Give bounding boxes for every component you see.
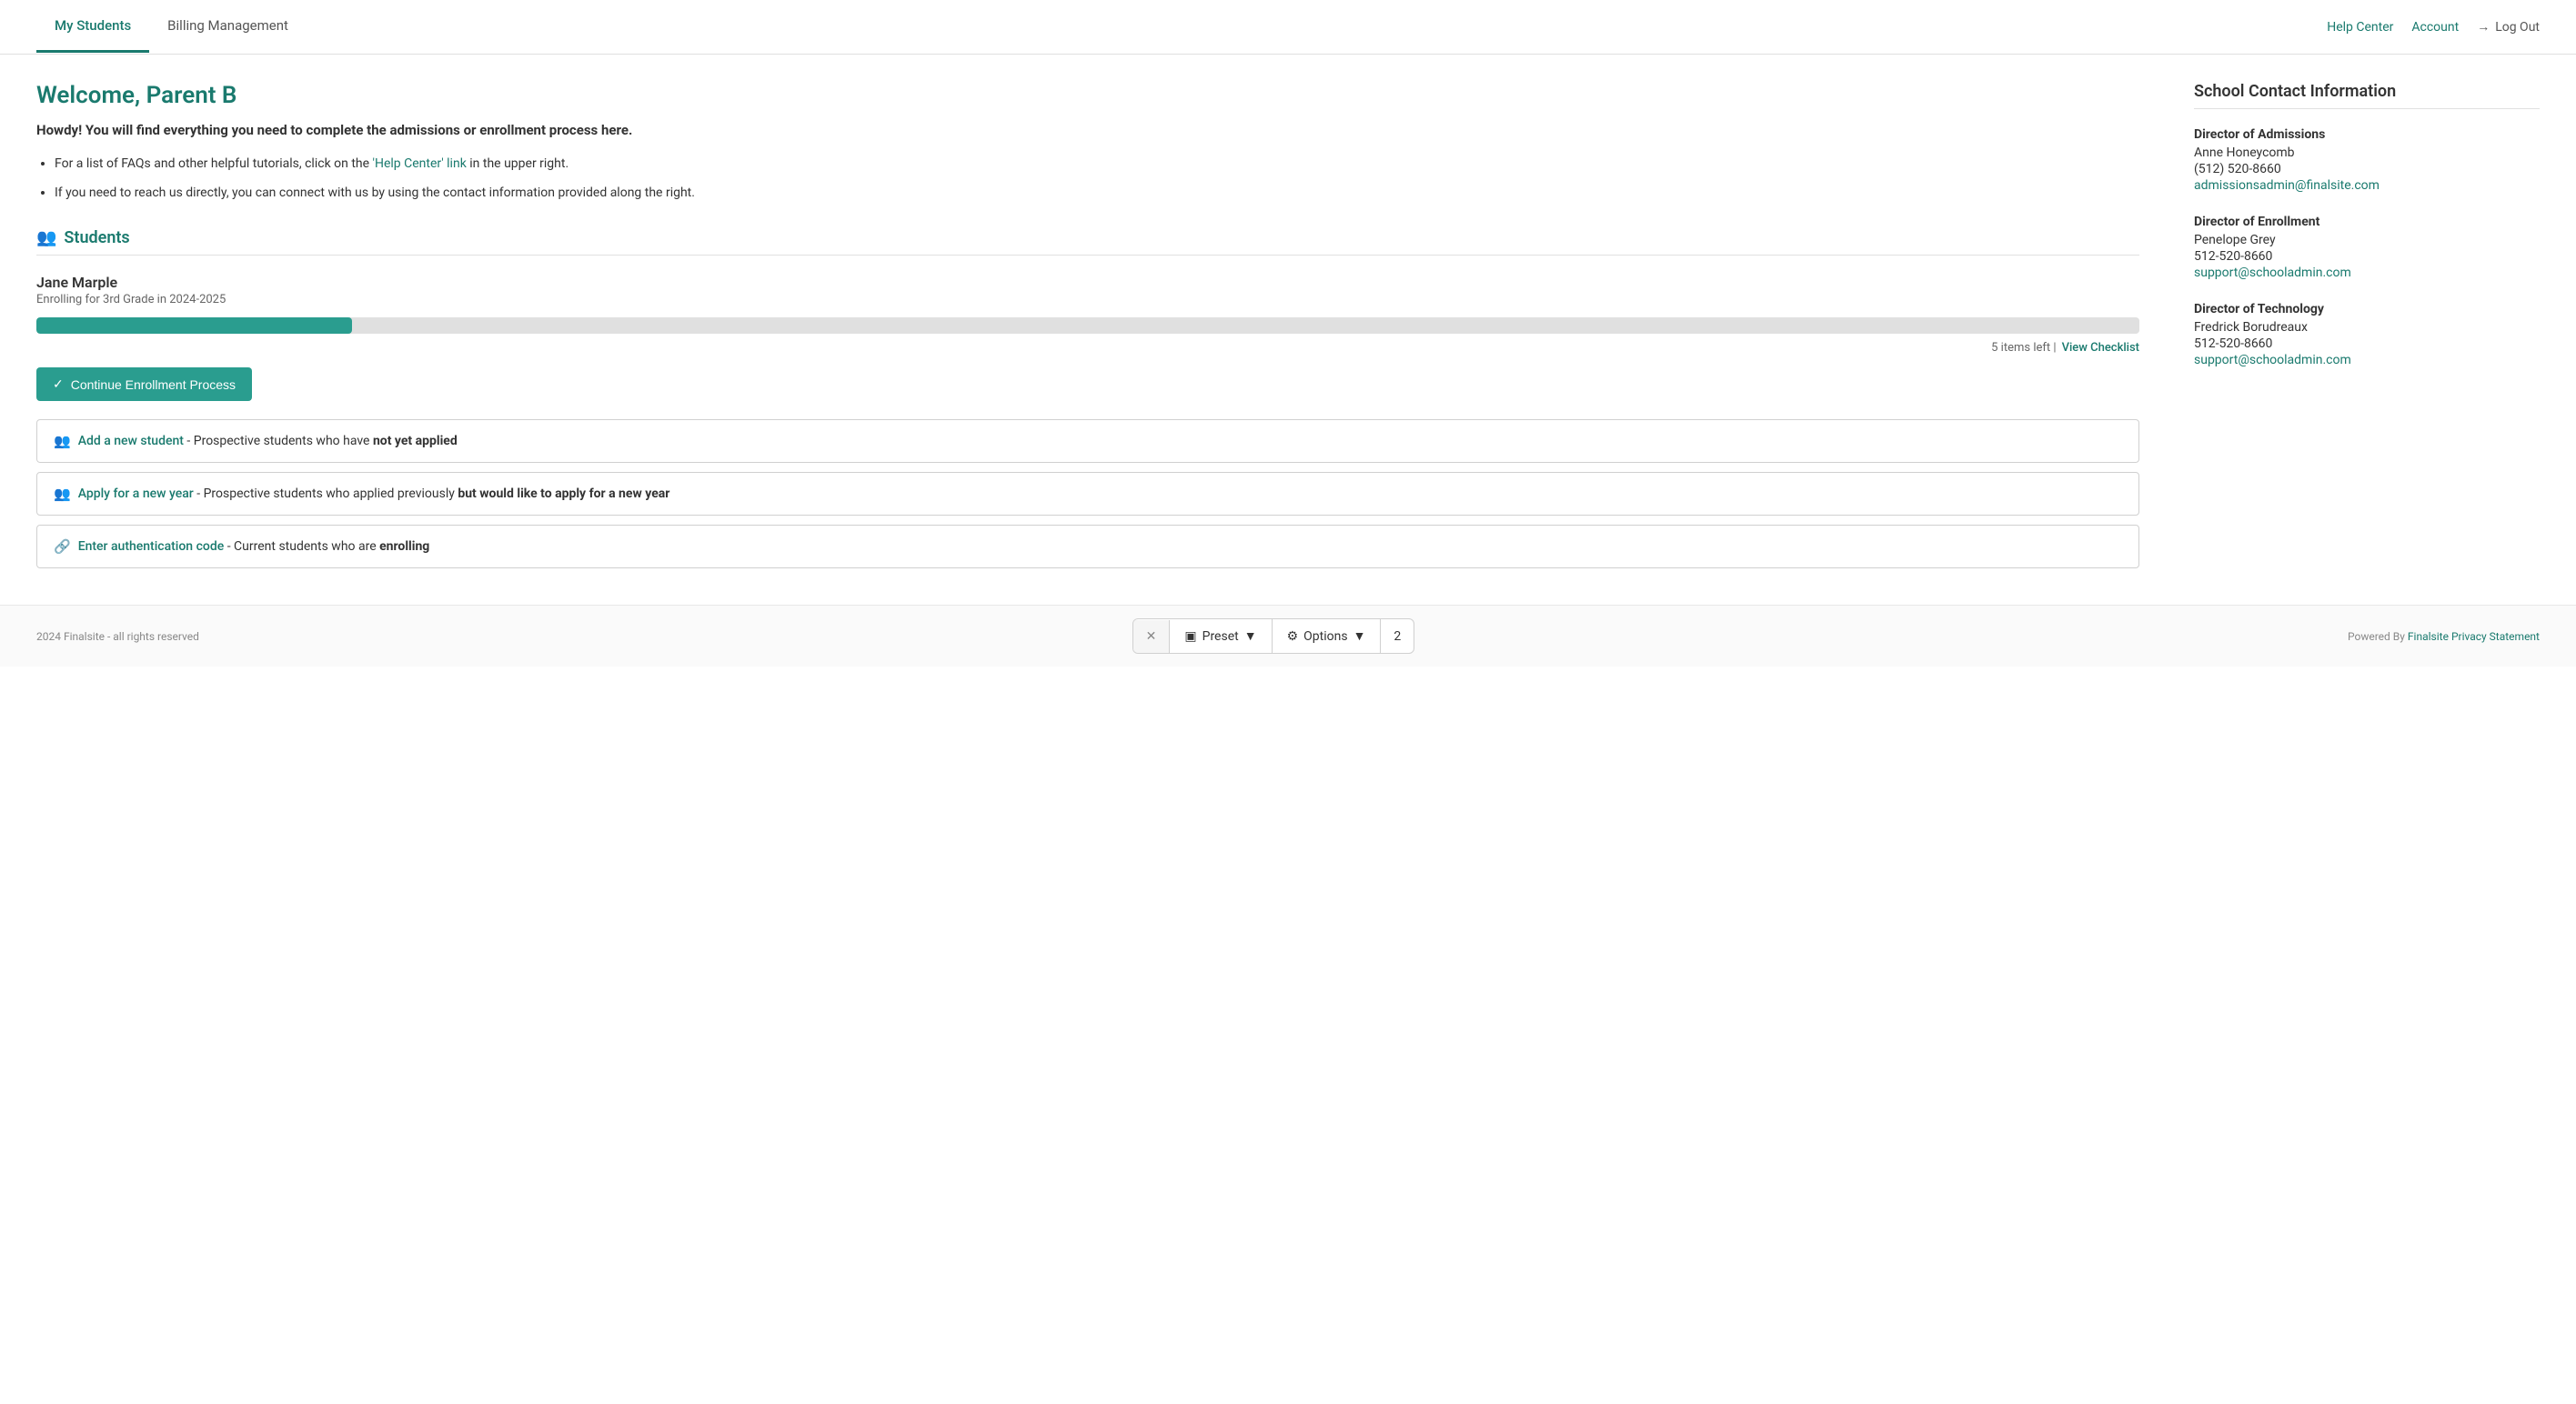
header: My Students Billing Management Help Cent… (0, 0, 2576, 55)
footer-preset-button[interactable]: ▣ Preset ▼ (1170, 619, 1272, 653)
footer-options-button[interactable]: ⚙ Options ▼ (1273, 619, 1382, 653)
finalsite-link[interactable]: Finalsite (2408, 630, 2449, 643)
main-content: Welcome, Parent B Howdy! You will find e… (0, 55, 2576, 605)
apply-icon: 👥 (54, 486, 71, 502)
contact-name-1: Anne Honeycomb (2194, 145, 2540, 160)
view-checklist-link[interactable]: View Checklist (2062, 341, 2139, 355)
auth-text: - Current students who are (227, 539, 379, 554)
checklist-row: 5 items left | View Checklist (36, 341, 2139, 355)
add-student-bold: not yet applied (373, 434, 458, 448)
auth-content: Enter authentication code - Current stud… (78, 539, 430, 554)
contact-admissions: Director of Admissions Anne Honeycomb (5… (2194, 127, 2540, 193)
footer-powered-by: Powered By Finalsite Privacy Statement (2348, 630, 2540, 643)
contact-email-3[interactable]: support@schooladmin.com (2194, 353, 2351, 367)
welcome-intro: Howdy! You will find everything you need… (36, 120, 2139, 141)
contact-title: School Contact Information (2194, 82, 2540, 101)
logout-label: Log Out (2495, 20, 2540, 35)
items-left: 5 items left | (1991, 341, 2056, 355)
powered-by-text: Powered By (2348, 630, 2405, 643)
account-link[interactable]: Account (2411, 20, 2459, 35)
student-name: Jane Marple (36, 274, 2139, 291)
bullet-text-2: If you need to reach us directly, you ca… (55, 186, 695, 200)
students-icon: 👥 (36, 228, 56, 247)
help-center-inline-link[interactable]: 'Help Center' link (373, 156, 467, 171)
contact-role-1: Director of Admissions (2194, 127, 2540, 142)
close-icon: ✕ (1146, 629, 1157, 644)
bullet-text-1-after: in the upper right. (469, 156, 569, 171)
contact-enrollment: Director of Enrollment Penelope Grey 512… (2194, 215, 2540, 280)
footer-copyright: 2024 Finalsite - all rights reserved (36, 630, 199, 643)
continue-btn-label: Continue Enrollment Process (71, 377, 236, 392)
students-section: 👥 Students Jane Marple Enrolling for 3rd… (36, 228, 2139, 568)
contact-email-2[interactable]: support@schooladmin.com (2194, 266, 2351, 280)
add-student-icon: 👥 (54, 433, 71, 449)
contact-divider (2194, 108, 2540, 109)
options-chevron-icon: ▼ (1353, 628, 1366, 644)
welcome-title: Welcome, Parent B (36, 82, 2139, 109)
welcome-list-item-1: For a list of FAQs and other helpful tut… (55, 154, 2139, 174)
checkbox-icon: ✓ (53, 376, 64, 392)
contact-name-2: Penelope Grey (2194, 233, 2540, 247)
add-new-student-link[interactable]: Add a new student (78, 434, 184, 448)
gear-icon: ⚙ (1287, 629, 1299, 644)
contact-email-1[interactable]: admissionsadmin@finalsite.com (2194, 178, 2380, 193)
contact-role-3: Director of Technology (2194, 302, 2540, 316)
privacy-statement-link[interactable]: Privacy Statement (2451, 630, 2540, 643)
welcome-list-item-2: If you need to reach us directly, you ca… (55, 183, 2139, 203)
auth-code-item: 🔗 Enter authentication code - Current st… (36, 525, 2139, 568)
footer: 2024 Finalsite - all rights reserved ✕ ▣… (0, 605, 2576, 667)
contact-name-3: Fredrick Borudreaux (2194, 320, 2540, 335)
students-divider (36, 255, 2139, 256)
welcome-list: For a list of FAQs and other helpful tut… (55, 154, 2139, 204)
progress-row (36, 317, 2139, 334)
apply-content: Apply for a new year - Prospective stude… (78, 486, 670, 501)
apply-text: - Prospective students who applied previ… (196, 486, 458, 501)
tab-my-students[interactable]: My Students (36, 1, 149, 53)
students-title: 👥 Students (36, 228, 2139, 247)
contact-technology: Director of Technology Fredrick Borudrea… (2194, 302, 2540, 367)
add-student-content: Add a new student - Prospective students… (78, 434, 458, 448)
footer-close-button[interactable]: ✕ (1133, 620, 1171, 653)
auth-bold: enrolling (379, 539, 429, 554)
student-card: Jane Marple Enrolling for 3rd Grade in 2… (36, 274, 2139, 401)
apply-bold: but would like to apply for a new year (458, 486, 669, 501)
preset-icon: ▣ (1184, 629, 1196, 644)
tab-billing-management[interactable]: Billing Management (149, 1, 307, 53)
logout-button[interactable]: → Log Out (2477, 19, 2540, 35)
auth-code-link[interactable]: Enter authentication code (78, 539, 225, 554)
apply-new-year-item: 👥 Apply for a new year - Prospective stu… (36, 472, 2139, 516)
nav-tabs: My Students Billing Management (36, 1, 307, 53)
students-label: Students (64, 228, 129, 247)
add-student-text: - Prospective students who have (186, 434, 373, 448)
progress-bar-container (36, 317, 2139, 334)
action-items: 👥 Add a new student - Prospective studen… (36, 419, 2139, 568)
auth-icon: 🔗 (54, 538, 71, 555)
progress-bar-fill (36, 317, 352, 334)
welcome-section: Welcome, Parent B Howdy! You will find e… (36, 82, 2139, 203)
preset-label: Preset (1202, 629, 1239, 644)
apply-new-year-link[interactable]: Apply for a new year (78, 486, 194, 501)
contact-phone-2: 512-520-8660 (2194, 249, 2540, 264)
options-label: Options (1303, 629, 1347, 644)
student-sub: Enrolling for 3rd Grade in 2024-2025 (36, 293, 2139, 306)
header-right: Help Center Account → Log Out (2327, 19, 2540, 35)
content-right: School Contact Information Director of A… (2194, 82, 2540, 577)
footer-toolbar: ✕ ▣ Preset ▼ ⚙ Options ▼ 2 (1132, 618, 1415, 654)
bullet-text-1: For a list of FAQs and other helpful tut… (55, 156, 373, 171)
add-new-student-item: 👥 Add a new student - Prospective studen… (36, 419, 2139, 463)
logout-icon: → (2477, 19, 2490, 35)
contact-role-2: Director of Enrollment (2194, 215, 2540, 229)
content-left: Welcome, Parent B Howdy! You will find e… (36, 82, 2139, 577)
contact-phone-1: (512) 520-8660 (2194, 162, 2540, 176)
help-center-link[interactable]: Help Center (2327, 20, 2393, 35)
continue-enrollment-button[interactable]: ✓ Continue Enrollment Process (36, 367, 252, 401)
contact-phone-3: 512-520-8660 (2194, 336, 2540, 351)
preset-chevron-icon: ▼ (1244, 628, 1257, 644)
footer-page-number: 2 (1381, 620, 1414, 653)
